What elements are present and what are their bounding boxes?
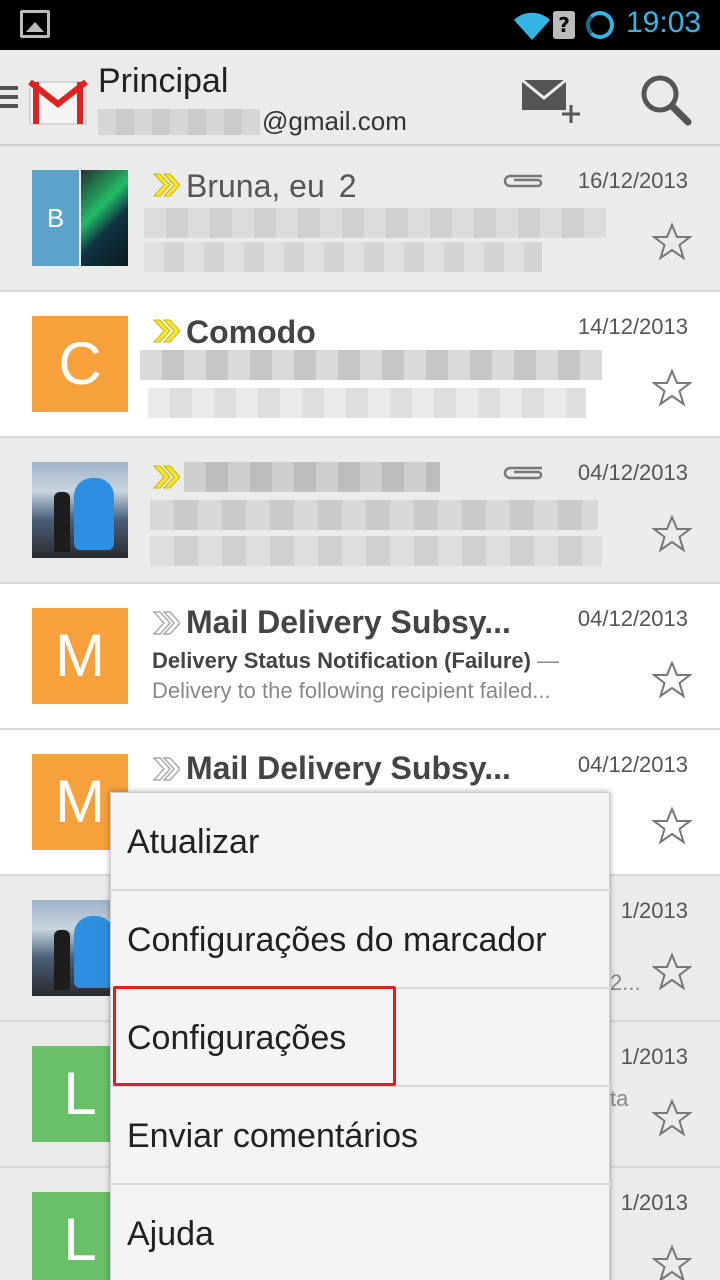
email-sender: Bruna, eu 2 bbox=[186, 168, 357, 204]
account-domain: @gmail.com bbox=[262, 106, 407, 136]
redacted-username bbox=[98, 108, 260, 135]
star-icon[interactable] bbox=[652, 1244, 692, 1280]
email-snippet: Delivery to the following recipient fail… bbox=[152, 678, 551, 703]
email-sender: Mail Delivery Subsy... bbox=[186, 750, 511, 786]
redacted-subject bbox=[150, 500, 598, 530]
email-date: 14/12/2013 bbox=[577, 314, 688, 339]
wifi-icon bbox=[514, 12, 550, 41]
avatar: B bbox=[32, 170, 128, 266]
action-bar: Principal @gmail.com bbox=[0, 50, 720, 146]
battery-icon bbox=[586, 11, 614, 39]
avatar: M bbox=[32, 608, 128, 704]
star-icon[interactable] bbox=[652, 368, 692, 408]
email-sender: Comodo bbox=[186, 314, 316, 350]
email-date: 1/2013 bbox=[620, 1190, 688, 1215]
email-date: 1/2013 bbox=[620, 1044, 688, 1069]
search-icon[interactable] bbox=[638, 72, 694, 128]
email-date: 04/12/2013 bbox=[577, 752, 688, 777]
star-icon[interactable] bbox=[652, 1098, 692, 1138]
highlight-box bbox=[113, 986, 396, 1086]
menu-item-label-settings[interactable]: Configurações do marcador bbox=[111, 891, 611, 989]
email-subject: Delivery Status Notification (Failure) — bbox=[152, 648, 560, 673]
email-date: 16/12/2013 bbox=[577, 168, 688, 193]
star-icon[interactable] bbox=[652, 806, 692, 846]
email-date: 1/2013 bbox=[620, 898, 688, 923]
clock: 19:03 bbox=[626, 6, 702, 39]
importance-marker-icon[interactable] bbox=[152, 318, 180, 344]
importance-marker-icon[interactable] bbox=[152, 464, 180, 490]
redacted-subject bbox=[140, 350, 602, 380]
avatar bbox=[32, 462, 128, 558]
gmail-logo-icon[interactable] bbox=[28, 68, 88, 126]
importance-marker-icon[interactable] bbox=[152, 610, 180, 636]
redacted-snippet bbox=[148, 388, 586, 418]
importance-marker-icon[interactable] bbox=[152, 756, 180, 782]
star-icon[interactable] bbox=[652, 952, 692, 992]
email-row[interactable]: 04/12/2013 bbox=[0, 438, 720, 584]
menu-item-send-feedback[interactable]: Enviar comentários bbox=[111, 1087, 611, 1185]
redacted-sender bbox=[184, 462, 440, 492]
attachment-icon bbox=[503, 466, 543, 480]
account-email[interactable]: @gmail.com bbox=[98, 106, 407, 137]
redacted-snippet bbox=[144, 242, 542, 272]
star-icon[interactable] bbox=[652, 660, 692, 700]
attachment-icon bbox=[503, 174, 543, 188]
label-title[interactable]: Principal bbox=[98, 62, 228, 101]
star-icon[interactable] bbox=[652, 514, 692, 554]
menu-item-help[interactable]: Ajuda bbox=[111, 1185, 611, 1280]
avatar: C bbox=[32, 316, 128, 412]
star-icon[interactable] bbox=[652, 222, 692, 262]
menu-item-refresh[interactable]: Atualizar bbox=[111, 793, 611, 891]
status-bar: ? 19:03 bbox=[0, 0, 720, 50]
gallery-notification-icon bbox=[20, 10, 50, 38]
redacted-subject bbox=[144, 208, 606, 238]
email-sender: Mail Delivery Subsy... bbox=[186, 604, 511, 640]
email-row[interactable]: B Bruna, eu 2 16/12/2013 bbox=[0, 146, 720, 292]
redacted-snippet bbox=[150, 536, 602, 566]
drawer-menu-icon[interactable] bbox=[0, 86, 18, 110]
email-snippet: ta bbox=[610, 1086, 629, 1111]
sim-unknown-icon: ? bbox=[553, 11, 575, 39]
email-row[interactable]: M Mail Delivery Subsy... 04/12/2013 Deli… bbox=[0, 584, 720, 730]
importance-marker-icon[interactable] bbox=[152, 172, 180, 198]
email-date: 04/12/2013 bbox=[577, 460, 688, 485]
compose-mail-icon[interactable] bbox=[518, 72, 584, 128]
email-snippet: 2... bbox=[610, 970, 641, 995]
email-row[interactable]: C Comodo 14/12/2013 bbox=[0, 292, 720, 438]
email-date: 04/12/2013 bbox=[577, 606, 688, 631]
